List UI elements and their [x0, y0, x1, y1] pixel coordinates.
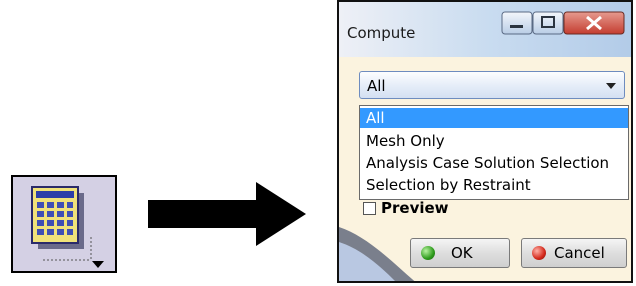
preview-label: Preview	[381, 199, 449, 217]
compute-dialog: Compute All All Mesh Only Analysis Case …	[337, 0, 633, 283]
minimize-button[interactable]	[501, 11, 533, 35]
dropdown-option-selection-by-restraint[interactable]: Selection by Restraint	[360, 175, 628, 195]
red-dot-icon	[532, 246, 546, 260]
maximize-button[interactable]	[532, 11, 564, 35]
combobox-value: All	[367, 77, 386, 95]
dropdown-option-all[interactable]: All	[360, 108, 628, 128]
ok-button[interactable]: OK	[410, 238, 510, 268]
minimize-icon	[510, 25, 523, 28]
compute-mode-combobox[interactable]: All	[359, 71, 625, 99]
ok-button-label: OK	[451, 244, 473, 262]
preview-checkbox[interactable]	[363, 202, 376, 215]
compute-toolbar-button[interactable]	[11, 175, 117, 273]
window-controls	[501, 11, 625, 35]
right-arrow-icon	[148, 182, 306, 246]
close-button[interactable]	[563, 11, 625, 35]
chevron-down-icon[interactable]	[606, 83, 616, 89]
compute-mode-dropdown-list: All Mesh Only Analysis Case Solution Sel…	[359, 105, 629, 200]
cancel-button-label: Cancel	[554, 244, 605, 262]
dropdown-option-analysis-case-solution-selection[interactable]: Analysis Case Solution Selection	[360, 153, 628, 173]
dialog-title: Compute	[347, 24, 416, 42]
dropdown-option-mesh-only[interactable]: Mesh Only	[360, 131, 628, 151]
compute-icon	[31, 186, 104, 268]
green-dot-icon	[421, 246, 435, 260]
cancel-button[interactable]: Cancel	[521, 238, 627, 268]
